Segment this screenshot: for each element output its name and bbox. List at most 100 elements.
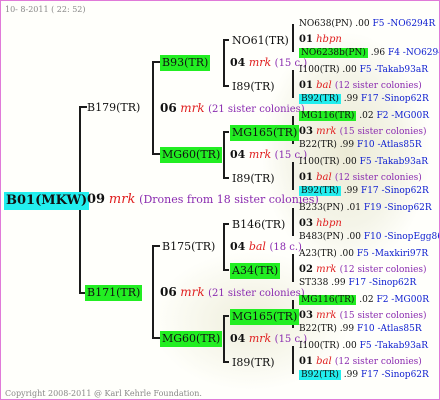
connector: [223, 131, 225, 179]
leaf-code: F17 -Sinop62R: [360, 186, 429, 196]
leaf-code: F5 -Maxkiri97R: [356, 249, 429, 259]
lower-a-bot-node[interactable]: A34(TR): [230, 263, 281, 279]
lower-b-top-node[interactable]: MG165(TR): [230, 309, 300, 325]
lower-a-bot-num: 02: [299, 264, 313, 275]
connector: [223, 223, 229, 225]
leaf-row: B22(TR) .99 F10 -Atlas85R: [299, 323, 422, 336]
lower-b-bot-node[interactable]: I89(TR): [232, 356, 275, 369]
connector: [292, 208, 294, 236]
upper-a-top-num: 01: [299, 34, 313, 45]
upper-a-bot-line: 01 bal (12 sister colonies): [299, 79, 422, 93]
leaf-name: NO638(PN): [299, 19, 353, 29]
leaf-code: F17 -Sinop62R: [360, 370, 429, 380]
upper-b-num: 04: [230, 148, 246, 161]
connector: [223, 131, 229, 133]
upper-a-mrk: mrk: [248, 56, 272, 69]
header-date: 10- 8-2011 ( 22: 52): [5, 5, 86, 14]
root-queen[interactable]: B01(MKW): [4, 192, 90, 210]
leaf-name: NO6238b(PN): [299, 48, 368, 58]
leaf-row: NO6238b(PN) .96 F4 -NO6294R: [299, 47, 439, 60]
upper-b-top-node[interactable]: MG165(TR): [230, 125, 300, 141]
upper-a-bot-node[interactable]: I89(TR): [232, 80, 275, 93]
leaf-row: B22(TR) .99 F10 -Atlas85R: [299, 139, 422, 152]
upper-b-top-line: 03 mrk (15 sister colonies): [299, 125, 427, 139]
leaf-val: .99: [343, 94, 359, 104]
upper-a-node[interactable]: B93(TR): [160, 55, 211, 71]
connector: [223, 177, 229, 179]
upper-mrk: mrk: [180, 101, 205, 115]
lower-b-node[interactable]: MG60(TR): [160, 331, 223, 347]
leaf-code: F5 -Takab93aR: [359, 157, 429, 167]
leaf-val: .99: [339, 324, 355, 334]
upper-a-num: 04: [230, 56, 246, 69]
leaf-row: ST338 .99 F17 -Sinop62R: [299, 277, 416, 290]
upper-b-bot-note: (12 sister colonies): [334, 173, 422, 183]
upper-b-mrk: mrk: [248, 148, 272, 161]
lower-node[interactable]: B171(TR): [85, 285, 143, 301]
leaf-name: I100(TR): [299, 341, 340, 351]
leaf-row: MG116(TR) .02 F2 -MG00R: [299, 110, 429, 123]
leaf-name: B483(PN): [299, 232, 344, 242]
upper-b-bot-line: 01 bal (12 sister colonies): [299, 171, 422, 185]
connector: [292, 346, 294, 374]
leaf-code: F17 -Sinop62R: [348, 278, 417, 288]
leaf-row: B233(PN) .01 F19 -Sinop62R: [299, 202, 432, 215]
lower-a-top-line: 03 hbpn: [299, 217, 342, 230]
upper-a-bot-mrk: bal: [316, 80, 332, 91]
lower-a-bot-note: (12 sister colonies): [339, 265, 427, 275]
lower-a-note: (18 c.): [269, 242, 302, 253]
leaf-code: F17 -Sinop62R: [360, 94, 429, 104]
lower-b-top-note: (15 sister colonies): [339, 311, 427, 321]
connector: [223, 315, 229, 317]
lower-a-bot-mrk: mrk: [316, 264, 337, 275]
lower-b-num: 04: [230, 332, 246, 345]
footer-copyright: Copyright 2008-2011 @ Karl Kehrle Founda…: [5, 389, 202, 398]
lower-b-bot-line: 01 bal (12 sister colonies): [299, 355, 422, 369]
leaf-code: F5 -Takab93aR: [359, 65, 429, 75]
leaf-name: B92(TR): [299, 186, 341, 196]
leaf-name: ST338: [299, 278, 329, 288]
leaf-name: MG116(TR): [299, 295, 357, 305]
leaf-val: .00: [355, 19, 370, 29]
connector: [152, 337, 160, 339]
upper-b-bot-node[interactable]: I89(TR): [232, 172, 275, 185]
connector: [223, 39, 225, 87]
leaf-val: .02: [359, 111, 374, 121]
upper-line: 06 mrk (21 sister colonies): [160, 102, 305, 116]
lower-a-top-num: 03: [299, 218, 313, 229]
connector: [152, 61, 160, 63]
lower-a-node[interactable]: B175(TR): [162, 240, 215, 253]
upper-num: 06: [160, 101, 177, 115]
upper-b-top-note: (15 sister colonies): [339, 127, 427, 137]
leaf-row: A23(TR) .00 F5 -Maxkiri97R: [299, 248, 428, 261]
connector: [152, 245, 154, 339]
lower-b-bot-note: (12 sister colonies): [334, 357, 422, 367]
gen1-line: 09 mrk (Drones from 18 sister colonies): [87, 193, 319, 206]
leaf-val: .02: [359, 295, 374, 305]
upper-a-top-line: 01 hbpn: [299, 33, 342, 46]
connector: [223, 361, 229, 363]
lower-b-top-line: 03 mrk (15 sister colonies): [299, 309, 427, 323]
leaf-code: F2 -MG00R: [376, 111, 429, 121]
lower-b-line: 04 mrk (15 c.): [230, 332, 307, 346]
lower-a-num: 04: [230, 240, 246, 253]
lower-b-mrk: mrk: [248, 332, 272, 345]
leaf-row: I100(TR) .00 F5 -Takab93aR: [299, 64, 428, 77]
upper-b-node[interactable]: MG60(TR): [160, 147, 223, 163]
leaf-row: B92(TR) .99 F17 -Sinop62R: [299, 93, 429, 106]
lower-b-top-num: 03: [299, 310, 313, 321]
lower-line: 06 mrk (21 sister colonies): [160, 286, 305, 300]
upper-b-top-mrk: mrk: [316, 126, 337, 137]
lower-a-bot-line: 02 mrk (12 sister colonies): [299, 263, 427, 277]
leaf-val: .01: [346, 203, 361, 213]
lower-a-top-node[interactable]: B146(TR): [232, 218, 285, 231]
lower-b-bot-num: 01: [299, 356, 313, 367]
gen1-num: 09: [87, 192, 106, 207]
upper-node[interactable]: B179(TR): [87, 101, 140, 114]
connector: [292, 162, 294, 190]
upper-note: (21 sister colonies): [208, 104, 305, 115]
leaf-name: I100(TR): [299, 65, 340, 75]
connector: [152, 245, 160, 247]
lower-num: 06: [160, 285, 177, 299]
upper-a-top-node[interactable]: NO61(TR): [232, 34, 289, 47]
